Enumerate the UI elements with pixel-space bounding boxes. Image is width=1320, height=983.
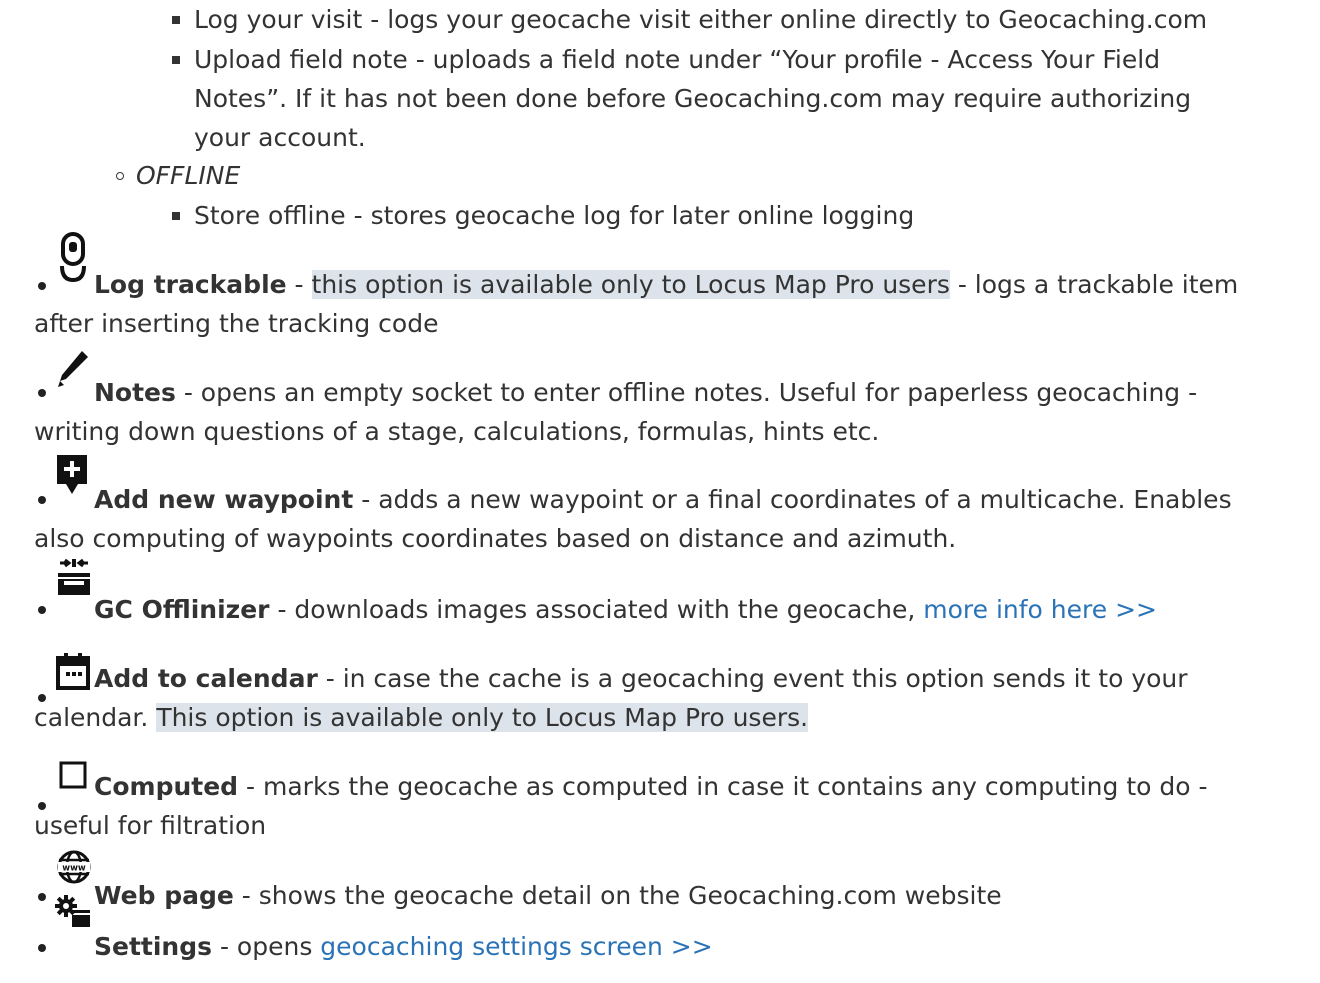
geocaching-settings-link[interactable]: geocaching settings screen >> — [320, 932, 712, 961]
item-title: Add to calendar — [94, 664, 318, 693]
item-title: Notes — [94, 378, 176, 407]
list-item-text: Log your visit - logs your geocache visi… — [194, 5, 1208, 34]
circle-bullet — [116, 172, 124, 180]
settings-icon — [55, 895, 90, 927]
bullet — [38, 496, 46, 504]
item-line-1: Log trackable - this option is available… — [94, 266, 1238, 304]
item-description: - downloads images associated with the g… — [269, 595, 924, 624]
item-title: GC Offlinizer — [94, 595, 270, 624]
item-line-2: calendar. This option is available only … — [34, 699, 809, 737]
separator: - — [286, 270, 312, 299]
item-line-1: Settings - opens geocaching settings scr… — [94, 928, 713, 966]
bullet — [38, 606, 46, 614]
square-bullet — [172, 16, 180, 24]
bullet — [38, 893, 46, 901]
square-bullet — [172, 212, 180, 220]
calendar-icon — [56, 653, 90, 690]
item-line-1: Computed - marks the geocache as compute… — [94, 768, 1208, 806]
item-line-1: Add new waypoint - adds a new waypoint o… — [94, 481, 1232, 519]
offlinizer-icon — [58, 558, 90, 595]
list-item-text-cont: Notes”. If it has not been done before G… — [194, 84, 1192, 113]
item-line-2: writing down questions of a stage, calcu… — [34, 417, 880, 446]
list-item-text: Store offline - stores geocache log for … — [194, 201, 915, 230]
item-description: - opens — [212, 932, 321, 961]
item-line-1: Add to calendar - in case the cache is a… — [94, 660, 1188, 698]
more-info-link[interactable]: more info here >> — [923, 595, 1157, 624]
pro-only-note: this option is available only to Locus M… — [311, 270, 950, 299]
item-description: - adds a new waypoint or a final coordin… — [353, 485, 1232, 514]
item-title: Computed — [94, 772, 239, 801]
square-bullet — [172, 56, 180, 64]
bullet — [38, 282, 46, 290]
item-description: - in case the cache is a geocaching even… — [317, 664, 1188, 693]
list-item-text: Upload field note - uploads a field note… — [194, 45, 1161, 74]
item-title: Settings — [94, 932, 213, 961]
item-title: Web page — [94, 881, 234, 910]
item-description: - opens an empty socket to enter offline… — [175, 378, 1198, 407]
svg-text:www: www — [62, 864, 86, 874]
offline-label: OFFLINE — [136, 161, 241, 190]
checkbox-icon — [59, 761, 87, 789]
pencil-icon — [58, 351, 88, 387]
globe-www-icon: www — [57, 850, 91, 884]
item-description: - logs a trackable item — [949, 270, 1239, 299]
item-line-1: Notes - opens an empty socket to enter o… — [94, 374, 1197, 412]
bullet — [38, 944, 46, 952]
item-title: Log trackable — [94, 270, 287, 299]
item-title: Add new waypoint — [94, 485, 354, 514]
item-line-2: after inserting the tracking code — [34, 309, 439, 338]
item-line-2: also computing of waypoints coordinates … — [34, 524, 957, 553]
item-line-1: GC Offlinizer - downloads images associa… — [94, 591, 1157, 629]
item-description: - marks the geocache as computed in case… — [238, 772, 1208, 801]
item-line-2: useful for filtration — [34, 811, 267, 840]
item-description-cont: calendar. — [34, 703, 157, 732]
item-description: - shows the geocache detail on the Geoca… — [233, 881, 1002, 910]
list-item-text-cont: your account. — [194, 123, 366, 152]
bullet — [38, 389, 46, 397]
add-waypoint-icon — [57, 455, 87, 494]
pro-only-note: This option is available only to Locus M… — [156, 703, 809, 732]
trackable-icon — [60, 232, 86, 283]
item-line-1: Web page - shows the geocache detail on … — [94, 877, 1002, 915]
